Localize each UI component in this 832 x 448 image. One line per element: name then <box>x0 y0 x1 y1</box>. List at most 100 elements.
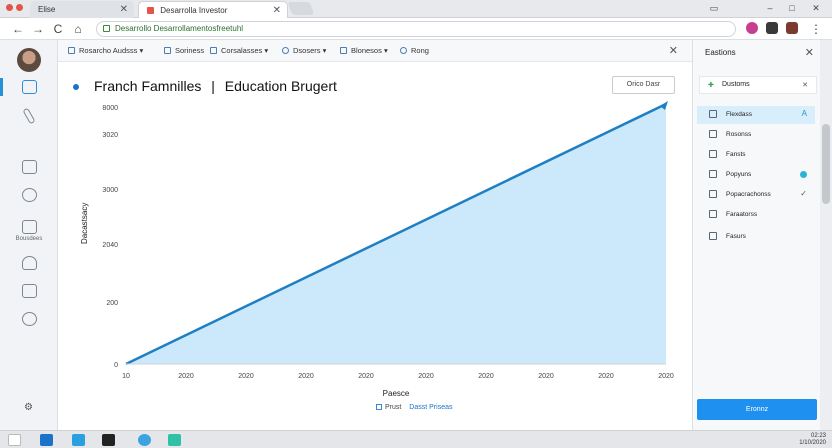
clock-icon <box>282 47 289 54</box>
app-icon[interactable] <box>40 434 53 446</box>
close-icon[interactable]: ✕ <box>802 81 808 89</box>
side-item[interactable]: Flexdass A <box>697 106 815 124</box>
y-tick-label: 2040 <box>102 242 118 249</box>
side-item[interactable]: Faraatorss <box>697 206 815 224</box>
x-tick-label: 2020 <box>418 373 434 380</box>
plus-icon: ✚ <box>708 82 714 89</box>
reload-icon[interactable]: C <box>50 21 66 37</box>
menu-icon[interactable]: ⋮ <box>808 21 824 37</box>
forward-icon[interactable]: → <box>30 21 46 37</box>
y-tick-label: 3000 <box>102 187 118 194</box>
toolbar-item-3[interactable]: Corsalasses ▾ <box>210 46 268 55</box>
lock-icon <box>103 25 110 32</box>
x-tick-label: 10 <box>122 373 130 380</box>
tab-inactive[interactable]: Elise ✕ <box>30 1 134 18</box>
x-tick-label: 2020 <box>298 373 314 380</box>
app-icon[interactable] <box>102 434 115 446</box>
scrollbar-thumb[interactable] <box>822 124 830 204</box>
monitor-icon <box>709 190 717 198</box>
status-dot-icon <box>800 171 807 178</box>
side-item[interactable]: Fansts <box>697 146 815 164</box>
side-panel-title: Eastions <box>705 48 736 57</box>
primary-button[interactable]: Eronnz <box>697 399 817 420</box>
chat-icon[interactable] <box>22 80 37 94</box>
side-item-label: Faraatorss <box>726 211 758 218</box>
avatar[interactable] <box>17 48 41 72</box>
address-bar-row: ← → C ⌂ Desarrollo Desarrollamentosfreet… <box>0 18 832 40</box>
side-panel: Eastions ✕ ✚ Dustoms ✕ Flexdass A Rosonss F… <box>692 40 820 430</box>
close-icon[interactable]: ✕ <box>806 1 826 15</box>
extension-icon[interactable] <box>746 22 758 34</box>
chart-panel: Franch Famnilles | Education Brugert Ori… <box>58 62 692 430</box>
close-icon[interactable]: ✕ <box>805 46 814 59</box>
share-icon[interactable] <box>22 256 37 270</box>
chart-plot: 0 200 2040 3000 3020 8000 10 2020 2020 2020 2020 20… <box>102 101 674 398</box>
legend-swatch-icon <box>376 404 382 410</box>
settings-icon[interactable]: ⚙ <box>24 402 33 413</box>
side-item-label: Flexdass <box>726 111 753 118</box>
page-icon <box>164 47 171 54</box>
message-icon[interactable] <box>22 284 37 298</box>
close-icon[interactable]: ✕ <box>273 5 281 16</box>
back-icon[interactable]: ← <box>10 21 26 37</box>
toolbar: Rosarcho Audsss ▾ Soriness Corsalasses ▾… <box>58 40 692 62</box>
side-item-label: Popyuns <box>726 171 752 178</box>
minimize-icon[interactable]: ▭ <box>704 1 724 15</box>
system-tray-clock[interactable]: 02:23 1/10/2020 <box>799 433 826 447</box>
side-item[interactable]: Popyuns <box>697 166 815 184</box>
home-icon[interactable]: ⌂ <box>70 21 86 37</box>
x-tick-label: 2020 <box>658 373 674 380</box>
help-icon[interactable] <box>22 312 37 326</box>
tab-favicon <box>147 7 154 14</box>
maximize-icon[interactable]: □ <box>782 1 802 15</box>
toolbar-item-4[interactable]: Dsosers ▾ <box>282 46 326 55</box>
legend-link[interactable]: Dasst Priseas <box>409 404 452 411</box>
doc-icon <box>340 47 347 54</box>
new-tab-button[interactable] <box>287 2 315 15</box>
close-window-dot[interactable] <box>6 4 13 11</box>
toolbar-item-5[interactable]: Blonesos ▾ <box>340 46 388 55</box>
url-field[interactable]: Desarrollo Desarrollamentosfreetuhl <box>96 21 736 37</box>
rail-active-indicator <box>0 78 3 96</box>
close-icon[interactable]: ✕ <box>669 44 678 57</box>
tablet-icon <box>709 170 717 178</box>
app-icon[interactable] <box>138 434 151 446</box>
side-section-header[interactable]: ✚ Dustoms ✕ <box>699 76 817 94</box>
badge-icon: A <box>801 109 807 118</box>
side-item-label: Fansts <box>726 151 746 158</box>
side-item[interactable]: Popacrachonss ✓ <box>697 186 815 204</box>
info-icon[interactable] <box>22 188 37 202</box>
check-icon: ✓ <box>800 189 807 198</box>
chart-icon[interactable] <box>22 220 37 234</box>
y-axis-label: Dacastsacy <box>80 202 89 244</box>
x-tick-label: 2020 <box>178 373 194 380</box>
scrollbar[interactable] <box>820 40 832 430</box>
y-tick-label: 8000 <box>102 105 118 112</box>
toolbar-item-1[interactable]: Rosarcho Audsss ▾ <box>68 46 143 55</box>
side-item[interactable]: Rosonss <box>697 126 815 144</box>
x-tick-label: 2020 <box>598 373 614 380</box>
edit-icon <box>709 210 717 218</box>
tab-active[interactable]: Desarrolla Investor ✕ <box>138 1 288 18</box>
close-icon[interactable]: ✕ <box>120 4 128 15</box>
grid-icon <box>68 47 75 54</box>
doc-icon[interactable] <box>22 160 37 174</box>
edit-icon[interactable] <box>22 107 36 125</box>
extension-icon[interactable] <box>786 22 798 34</box>
toolbar-item-6[interactable]: Rong <box>400 46 429 55</box>
side-item-label: Rosonss <box>726 131 752 138</box>
taskbar: 02:23 1/10/2020 <box>0 430 832 448</box>
start-icon[interactable] <box>8 434 21 446</box>
x-tick-label: 2020 <box>538 373 554 380</box>
side-item[interactable]: Fasurs <box>697 228 815 246</box>
toolbar-item-2[interactable]: Soriness <box>164 46 204 55</box>
app-icon[interactable] <box>72 434 85 446</box>
x-tick-label: 2020 <box>358 373 374 380</box>
x-axis-label: Paesce <box>383 389 410 398</box>
app-icon[interactable] <box>168 434 181 446</box>
x-tick-label: 2020 <box>238 373 254 380</box>
box-icon <box>709 150 717 158</box>
extension-icon[interactable] <box>766 22 778 34</box>
minimize-icon[interactable]: – <box>760 1 780 15</box>
minimize-window-dot[interactable] <box>16 4 23 11</box>
